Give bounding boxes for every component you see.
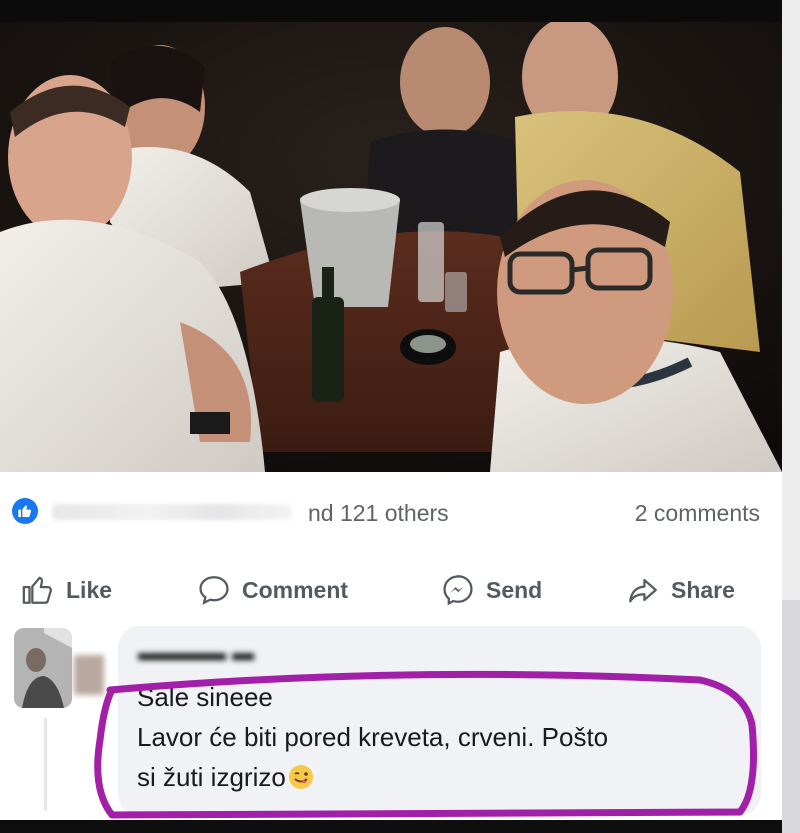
comment-button[interactable]: Comment [196, 570, 348, 610]
comment-text-line-2: Lavor će biti pored kreveta, crveni. Poš… [137, 722, 609, 752]
messenger-icon [440, 572, 476, 608]
share-button-label: Share [671, 576, 735, 603]
comment-bubble-icon [196, 572, 232, 608]
reactions-summary-row[interactable]: nd 121 others 2 comments [0, 496, 782, 528]
bottom-black-bar [0, 820, 782, 833]
comments-count[interactable]: 2 comments [635, 500, 760, 527]
commenter-avatar[interactable] [14, 628, 72, 708]
tongue-wink-emoji-icon [288, 764, 314, 797]
send-button-label: Send [486, 576, 543, 603]
comment-text-line-3: si žuti izgrizo [137, 762, 314, 797]
group-selfie-image [0, 22, 782, 472]
share-arrow-icon [625, 572, 661, 608]
send-button[interactable]: Send [440, 570, 542, 610]
thread-line [44, 718, 47, 811]
comment-button-label: Comment [242, 576, 349, 603]
commenter-name-redacted: ▬▬▬▬ ▬ [138, 640, 255, 665]
top-black-bar [0, 0, 800, 22]
reactions-count-text[interactable]: nd 121 others [308, 500, 449, 527]
like-reaction-icon [12, 498, 38, 524]
like-button-label: Like [66, 576, 113, 603]
thumbs-up-icon [20, 572, 56, 608]
comment-text-line-3-text: si žuti izgrizo [137, 762, 286, 792]
post-photo[interactable] [0, 22, 782, 472]
like-button[interactable]: Like [20, 570, 112, 610]
blurred-reactor-names [52, 504, 292, 520]
post-actions-bar: Like Comment Send Share [0, 570, 782, 610]
blurred-badge [74, 655, 104, 695]
right-edge-strip [782, 0, 800, 833]
right-edge-shade [782, 600, 800, 833]
share-button[interactable]: Share [625, 570, 735, 610]
comment-text-line-1: Sale sineee [137, 682, 273, 712]
